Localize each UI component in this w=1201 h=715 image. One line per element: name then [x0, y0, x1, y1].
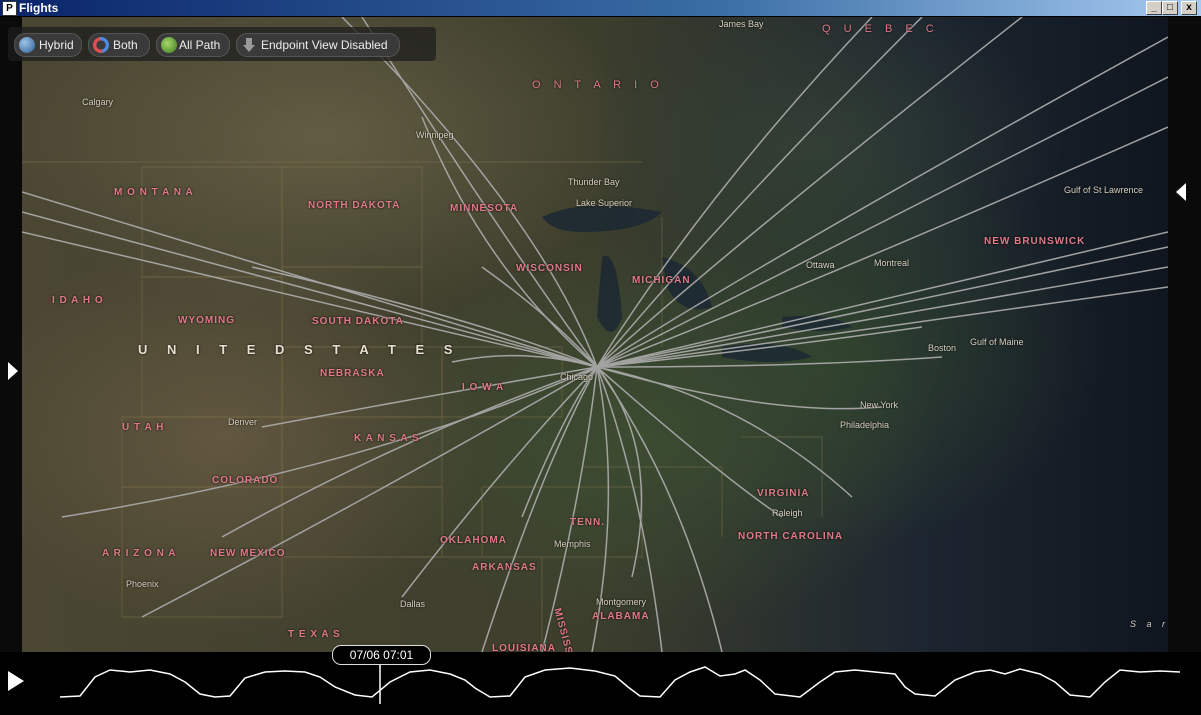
label-louisiana: LOUISIANA: [492, 643, 556, 652]
label-arizona: A R I Z O N A: [102, 548, 177, 559]
label-montreal: Montreal: [874, 258, 910, 268]
label-wisconsin: WISCONSIN: [516, 263, 583, 274]
label-wyoming: WYOMING: [178, 315, 235, 326]
label-virginia: VIRGINIA: [757, 488, 810, 499]
title-bar: P Flights _ □ x: [0, 0, 1201, 16]
globe-icon: [19, 37, 35, 53]
label-north-carolina: NORTH CAROLINA: [738, 531, 844, 542]
app-icon: P: [2, 1, 17, 16]
hybrid-label: Hybrid: [39, 38, 74, 52]
label-iowa: I O W A: [462, 382, 505, 393]
map-toolbar: Hybrid Both All Path Endpoint View Disab…: [8, 27, 436, 61]
label-chicago: Chicago: [560, 372, 594, 382]
label-raleigh: Raleigh: [772, 508, 803, 518]
label-quebec: Q U E B E C: [822, 23, 939, 35]
hybrid-button[interactable]: Hybrid: [14, 33, 82, 57]
label-alabama: ALABAMA: [592, 611, 650, 622]
label-denver: Denver: [228, 417, 258, 427]
expand-left-arrow[interactable]: [8, 362, 18, 380]
label-montgomery: Montgomery: [596, 597, 647, 607]
label-philadelphia: Philadelphia: [840, 420, 890, 430]
endpoint-view-label: Endpoint View Disabled: [261, 38, 388, 52]
current-time-badge: 07/06 07:01: [332, 645, 431, 665]
label-south-dakota: SOUTH DAKOTA: [312, 316, 404, 327]
close-button[interactable]: x: [1181, 1, 1197, 15]
both-label: Both: [113, 38, 138, 52]
label-idaho: I D A H O: [52, 295, 104, 306]
label-new-brunswick: NEW BRUNSWICK: [984, 236, 1086, 247]
left-panel: [0, 17, 22, 652]
label-tenn: TENN.: [570, 517, 605, 528]
all-path-label: All Path: [179, 38, 221, 52]
label-dallas: Dallas: [400, 599, 426, 609]
map-view[interactable]: James Bay Q U E B E C O N T A R I O Calg…: [22, 17, 1168, 652]
label-nebraska: NEBRASKA: [320, 368, 385, 379]
label-lake-superior: Lake Superior: [576, 198, 633, 208]
label-boston: Boston: [928, 343, 957, 353]
label-michigan: MICHIGAN: [632, 275, 691, 286]
label-colorado: COLORADO: [212, 475, 279, 486]
label-gulf-st-lawrence: Gulf of St Lawrence: [1064, 185, 1144, 195]
label-new-york: New York: [860, 400, 899, 410]
maximize-button[interactable]: □: [1162, 1, 1178, 15]
minimize-button[interactable]: _: [1146, 1, 1162, 15]
traffic-line: [59, 666, 1181, 698]
label-new-mexico: NEW MEXICO: [210, 548, 286, 559]
expand-right-arrow[interactable]: [1176, 183, 1186, 201]
label-memphis: Memphis: [554, 539, 591, 549]
label-montana: M O N T A N A: [114, 187, 194, 198]
all-path-button[interactable]: All Path: [156, 33, 230, 57]
flight-paths-layer: [22, 17, 1168, 652]
timeline-panel: [0, 652, 1201, 715]
label-utah: U T A H: [122, 422, 165, 433]
refresh-icon: [93, 37, 109, 53]
label-gulf-maine: Gulf of Maine: [970, 337, 1024, 347]
label-oklahoma: OKLAHOMA: [440, 535, 507, 546]
label-calgary: Calgary: [82, 97, 114, 107]
right-panel: [1168, 17, 1201, 652]
down-arrow-icon: [241, 37, 257, 53]
label-ontario: O N T A R I O: [532, 79, 664, 91]
endpoint-view-button[interactable]: Endpoint View Disabled: [236, 33, 400, 57]
label-winnipeg: Winnipeg: [416, 130, 454, 140]
label-james-bay: James Bay: [719, 19, 764, 29]
label-texas: T E X A S: [288, 629, 341, 640]
label-arkansas: ARKANSAS: [472, 562, 537, 573]
label-minnesota: MINNESOTA: [450, 203, 519, 214]
label-north-dakota: NORTH DAKOTA: [308, 200, 401, 211]
both-button[interactable]: Both: [88, 33, 150, 57]
label-phoenix: Phoenix: [126, 579, 159, 589]
label-united-states: U N I T E D S T A T E S: [138, 342, 461, 357]
label-ottawa: Ottawa: [806, 260, 835, 270]
label-thunder-bay: Thunder Bay: [568, 177, 620, 187]
plane-icon: [161, 37, 177, 53]
label-sargasso: S a r g: [1130, 619, 1168, 629]
window-title: Flights: [19, 1, 59, 15]
label-kansas: K A N S A S: [354, 433, 420, 444]
traffic-timeline-chart[interactable]: [0, 652, 1201, 715]
